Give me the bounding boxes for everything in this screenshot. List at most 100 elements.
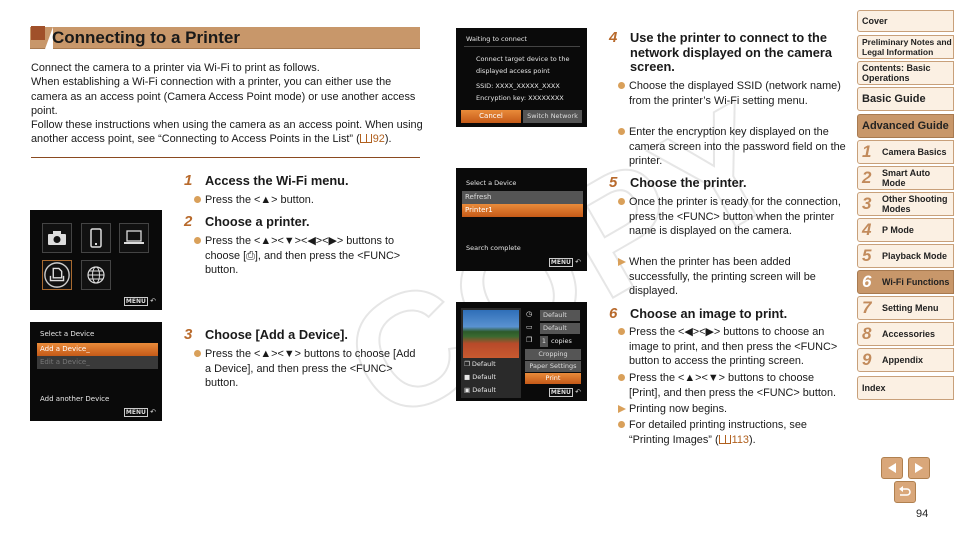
computer-icon	[119, 223, 149, 253]
add-device-option: Add a Device_	[37, 343, 158, 356]
sidebar-label: Playback Mode	[882, 251, 948, 261]
switch-network-option: Switch Network	[523, 110, 582, 123]
step-number: 2	[184, 213, 193, 230]
screen-title: Waiting to connect	[466, 35, 527, 43]
sidebar-label: Cover	[862, 16, 888, 26]
page-number: 94	[916, 508, 929, 520]
step-number: 3	[184, 326, 193, 343]
sidebar-chapter-p-mode[interactable]: 4 P Mode	[857, 218, 954, 242]
waiting-to-connect-screen: Waiting to connect Connect target device…	[456, 28, 587, 127]
sidebar-chapter-other-shooting[interactable]: 3 Other Shooting Modes	[857, 192, 954, 216]
photo-thumbnail	[463, 310, 519, 358]
camera-icon	[42, 223, 72, 253]
sidebar-item-advanced-guide[interactable]: Advanced Guide	[857, 114, 954, 138]
intro-p1: Connect the camera to a printer via Wi-F…	[31, 62, 320, 74]
step-bullet: Choose the displayed SSID (network name)…	[617, 79, 847, 108]
return-button[interactable]	[894, 481, 916, 503]
step-heading: Choose the printer.	[630, 175, 747, 190]
refresh-option: Refresh	[462, 191, 583, 204]
sidebar-chapter-smart-auto[interactable]: 2 Smart Auto Mode	[857, 166, 954, 190]
screen-footer: Add another Device	[40, 395, 110, 403]
menu-label: MENU	[548, 258, 573, 267]
cropping-option: Cropping	[525, 349, 581, 360]
section-divider	[31, 157, 420, 158]
step-heading: Choose a printer.	[205, 214, 310, 229]
chapter-number: 2	[862, 168, 872, 187]
arrow-left-icon	[888, 463, 896, 473]
step-number: 4	[609, 29, 618, 46]
sidebar-chapter-appendix[interactable]: 9 Appendix	[857, 348, 954, 372]
sidebar-item-cover[interactable]: Cover	[857, 10, 954, 32]
step-heading: Use the printer to connect to the networ…	[630, 30, 832, 74]
sidebar-item-index[interactable]: Index	[857, 376, 954, 400]
chapter-number: 9	[862, 350, 872, 369]
sidebar-label: Basic Guide	[862, 93, 926, 105]
sidebar-item-basic-guide[interactable]: Basic Guide	[857, 87, 954, 111]
paper-icon: ■	[464, 373, 471, 381]
cancel-option: Cancel	[461, 110, 521, 123]
instruction-line: displayed access point	[476, 67, 550, 75]
setting-value: Default	[471, 360, 496, 368]
encryption-key-display: Encryption key: XXXXXXXX	[476, 94, 564, 102]
page-title: Connecting to a Printer	[52, 28, 240, 47]
chapter-number: 5	[862, 246, 872, 265]
paper-settings-option: Paper Settings	[525, 361, 581, 372]
page-ref-link[interactable]: 113	[718, 433, 749, 446]
chapter-number: 8	[862, 324, 872, 343]
setting-value: Default	[472, 373, 496, 381]
step-bullet: Press the <◀><▶> buttons to choose an im…	[617, 325, 847, 369]
sidebar-item-contents[interactable]: Contents: Basic Operations	[857, 61, 954, 85]
instruction-line: Connect target device to the	[476, 55, 570, 63]
menu-label: MENU	[123, 297, 148, 306]
step-bullet: For detailed printing instructions, see …	[617, 418, 847, 447]
sidebar-chapter-wifi[interactable]: 6 Wi-Fi Functions	[857, 270, 954, 294]
screen-divider	[464, 46, 580, 47]
copies-icon: ❐	[526, 336, 533, 344]
back-arrow-icon: ↶	[575, 258, 581, 266]
menu-back-indicator: MENU ↶	[123, 408, 156, 417]
step-number: 6	[609, 305, 618, 322]
printer-icon-selected	[42, 260, 72, 290]
next-page-button[interactable]	[908, 457, 930, 479]
menu-back-indicator: MENU ↶	[548, 258, 581, 267]
step-bullet: Once the printer is ready for the connec…	[617, 195, 847, 239]
page-ref-link[interactable]: 92	[359, 133, 385, 145]
sidebar-chapter-playback[interactable]: 5 Playback Mode	[857, 244, 954, 268]
file-no-icon: ▭	[526, 323, 533, 331]
date-icon: ◷	[526, 310, 533, 318]
chapter-number: 7	[862, 298, 872, 317]
sidebar-label: Preliminary Notes and Legal Information	[862, 37, 952, 57]
print-option: Print	[525, 373, 581, 384]
sidebar-chapter-camera-basics[interactable]: 1 Camera Basics	[857, 140, 954, 164]
step-bullet: Press the <▲><▼> buttons to choose [Add …	[193, 347, 421, 391]
step-heading: Choose [Add a Device].	[205, 327, 348, 342]
select-device-screen-printer: Select a Device Refresh Printer1 Search …	[456, 168, 587, 271]
menu-back-indicator: MENU ↶	[123, 297, 156, 306]
sidebar-chapter-setting-menu[interactable]: 7 Setting Menu	[857, 296, 954, 320]
step-bullet: Press the <▲><▼> buttons to choose [Prin…	[617, 371, 847, 400]
title-marker	[31, 26, 45, 40]
sidebar-chapter-accessories[interactable]: 8 Accessories	[857, 322, 954, 346]
book-icon	[718, 434, 731, 444]
ssid-display: SSID: XXXX_XXXXX_XXXX	[476, 82, 560, 90]
page-ref-number: 113	[731, 433, 749, 446]
file-number-icon: ▣	[464, 386, 471, 394]
arrow-right-icon	[915, 463, 923, 473]
date-setting: Default	[540, 310, 580, 321]
chapter-number: 4	[862, 220, 872, 239]
prev-page-button[interactable]	[881, 457, 903, 479]
left-setting-2: ■ Default	[464, 373, 496, 381]
step-heading: Access the Wi-Fi menu.	[205, 173, 349, 188]
chapter-number: 3	[862, 194, 872, 213]
step-bullet: Press the <▲><▼><◀><▶> buttons to choose…	[193, 234, 423, 278]
intro-p2: When establishing a Wi-Fi connection wit…	[31, 76, 416, 117]
file-no-setting: Default	[540, 323, 580, 334]
sidebar-item-preliminary-notes[interactable]: Preliminary Notes and Legal Information	[857, 35, 954, 59]
sidebar-label: Other Shooting Modes	[882, 194, 948, 214]
menu-label: MENU	[548, 388, 573, 397]
edit-device-option: Edit a Device_	[37, 356, 158, 369]
intro-text: Connect the camera to a printer via Wi-F…	[31, 61, 423, 147]
step-heading: Choose an image to print.	[630, 306, 788, 321]
page-layout-icon: ❐	[464, 360, 470, 368]
book-icon	[359, 134, 372, 144]
